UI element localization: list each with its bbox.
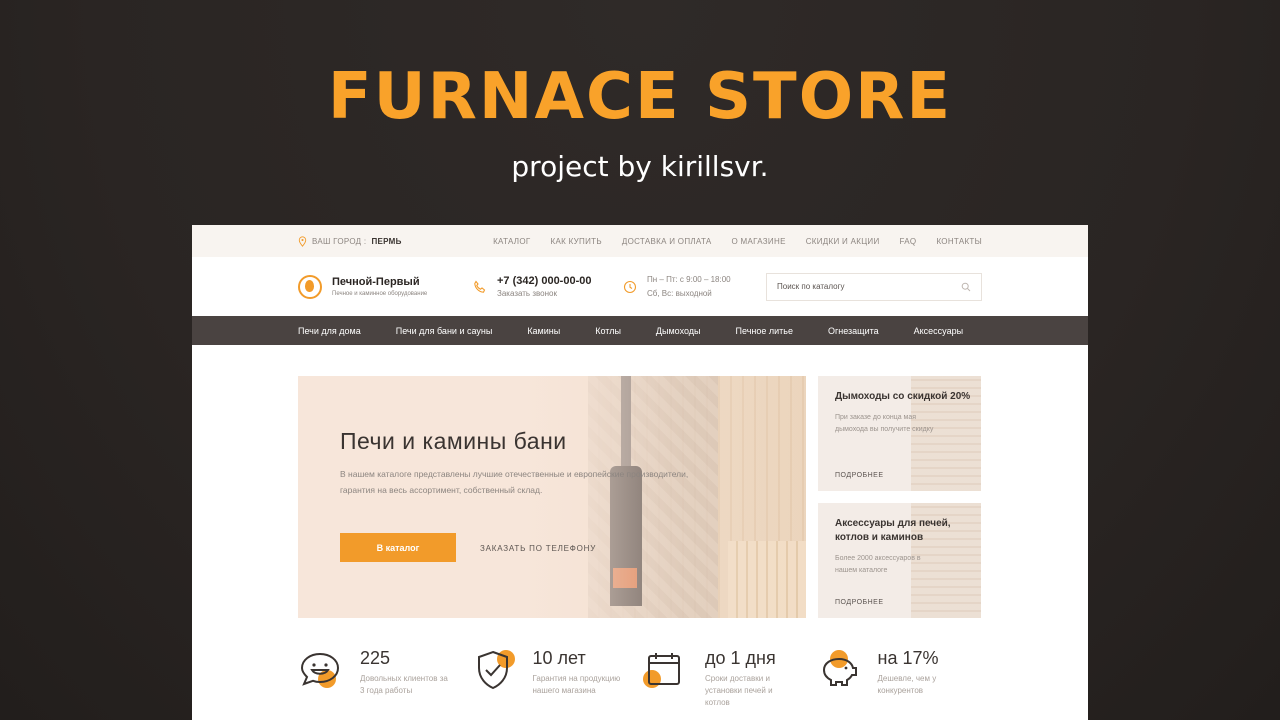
shield-check-icon	[471, 648, 515, 692]
nav-boilers[interactable]: Котлы	[595, 326, 621, 336]
city-label: ВАШ ГОРОД :	[312, 236, 367, 246]
promo-more-link[interactable]: ПОДРОБНЕЕ	[835, 599, 884, 606]
clock-icon	[623, 280, 637, 293]
stat-item: 225 Довольных клиентов за 3 года работы	[298, 648, 471, 720]
nav-fire-protection[interactable]: Огнезащита	[828, 326, 879, 336]
smile-chat-icon	[298, 648, 342, 692]
site-preview: ВАШ ГОРОД : ПЕРМЬ КАТАЛОГ КАК КУПИТЬ ДОС…	[192, 225, 1088, 720]
top-bar: ВАШ ГОРОД : ПЕРМЬ КАТАЛОГ КАК КУПИТЬ ДОС…	[192, 225, 1088, 257]
nav-casting[interactable]: Печное литье	[736, 326, 793, 336]
promo-title: Аксессуары для печей, котлов и каминов	[835, 518, 951, 543]
header: Печной-Первый Печное и каминное оборудов…	[192, 257, 1088, 316]
hours-block: Пн – Пт: с 9:00 – 18:00 Сб, Вс: выходной	[623, 273, 763, 301]
phone-block: +7 (342) 000-00-00 Заказать звонок	[473, 275, 623, 298]
stat-item: 10 лет Гарантия на продукцию нашего мага…	[471, 648, 644, 720]
logo-name: Печной-Первый	[332, 276, 420, 288]
city-value[interactable]: ПЕРМЬ	[371, 237, 401, 246]
nav-sauna-stoves[interactable]: Печи для бани и сауны	[396, 326, 493, 336]
stat-text: Довольных клиентов за 3 года работы	[360, 674, 448, 695]
nav-fireplaces[interactable]: Камины	[527, 326, 560, 336]
promo-text: Более 2000 аксессуаров в нашем каталоге	[835, 555, 921, 574]
stat-item: на 17% Дешевле, чем у конкурентов	[816, 648, 989, 720]
topnav-faq[interactable]: FAQ	[900, 237, 917, 246]
promo-card-chimneys[interactable]: Дымоходы со скидкой 20% При заказе до ко…	[818, 376, 981, 491]
flame-logo-icon	[298, 274, 322, 299]
stat-text: Гарантия на продукцию нашего магазина	[532, 674, 621, 695]
topnav-catalog[interactable]: КАТАЛОГ	[493, 237, 530, 246]
promo-subtitle: project by kirillsvr.	[511, 150, 769, 183]
stat-number: 10 лет	[532, 648, 586, 668]
stat-item: до 1 дня Сроки доставки и установки пече…	[643, 648, 816, 720]
promo-title: FURNACE STORE	[327, 60, 953, 134]
main-nav: Печи для дома Печи для бани и сауны Ками…	[192, 316, 1088, 345]
logo[interactable]: Печной-Первый Печное и каминное оборудов…	[298, 274, 473, 299]
promo-text: При заказе до конца мая дымохода вы полу…	[835, 414, 934, 433]
topnav-how-to-buy[interactable]: КАК КУПИТЬ	[551, 237, 602, 246]
hours-weekend: Сб, Вс: выходной	[647, 288, 712, 298]
stat-text: Сроки доставки и установки печей и котло…	[705, 674, 773, 707]
stats-row: 225 Довольных клиентов за 3 года работы …	[298, 648, 988, 720]
topnav-delivery[interactable]: ДОСТАВКА И ОПЛАТА	[622, 237, 712, 246]
topnav-about[interactable]: О МАГАЗИНЕ	[732, 237, 786, 246]
search-box	[766, 272, 982, 301]
piggy-bank-icon	[816, 648, 860, 692]
promo-card-accessories[interactable]: Аксессуары для печей, котлов и каминов Б…	[818, 503, 981, 618]
hours-weekdays: Пн – Пт: с 9:00 – 18:00	[647, 274, 731, 284]
search-icon[interactable]	[961, 282, 971, 292]
stat-number: до 1 дня	[705, 648, 776, 668]
hero-title: Печи и камины бани	[340, 428, 567, 454]
promo-more-link[interactable]: ПОДРОБНЕЕ	[835, 472, 884, 479]
callback-link[interactable]: Заказать звонок	[497, 289, 591, 298]
nav-home-stoves[interactable]: Печи для дома	[298, 326, 361, 336]
logo-tagline: Печное и каминное оборудование	[332, 291, 428, 297]
catalog-button[interactable]: В каталог	[340, 533, 456, 562]
phone-icon	[474, 280, 486, 293]
topnav-contacts[interactable]: КОНТАКТЫ	[936, 237, 982, 246]
top-nav: КАТАЛОГ КАК КУПИТЬ ДОСТАВКА И ОПЛАТА О М…	[493, 237, 982, 246]
location-pin-icon	[298, 235, 307, 247]
hero-description: В нашем каталоге представлены лучшие оте…	[340, 469, 689, 495]
nav-chimneys[interactable]: Дымоходы	[656, 326, 701, 336]
promo-title: Дымоходы со скидкой 20%	[835, 391, 971, 402]
search-input[interactable]	[777, 282, 961, 291]
hero-banner: Печи и камины бани В нашем каталоге пред…	[298, 376, 806, 618]
city-selector[interactable]: ВАШ ГОРОД : ПЕРМЬ	[298, 235, 402, 247]
nav-accessories[interactable]: Аксессуары	[914, 326, 963, 336]
order-by-phone-link[interactable]: ЗАКАЗАТЬ ПО ТЕЛЕФОНУ	[480, 544, 596, 553]
topnav-discounts[interactable]: СКИДКИ И АКЦИИ	[806, 237, 880, 246]
phone-number[interactable]: +7 (342) 000-00-00	[497, 275, 591, 287]
stat-text: Дешевле, чем у конкурентов	[877, 674, 937, 695]
stat-number: на 17%	[877, 648, 939, 668]
stat-number: 225	[360, 648, 391, 668]
calendar-icon	[643, 648, 687, 692]
